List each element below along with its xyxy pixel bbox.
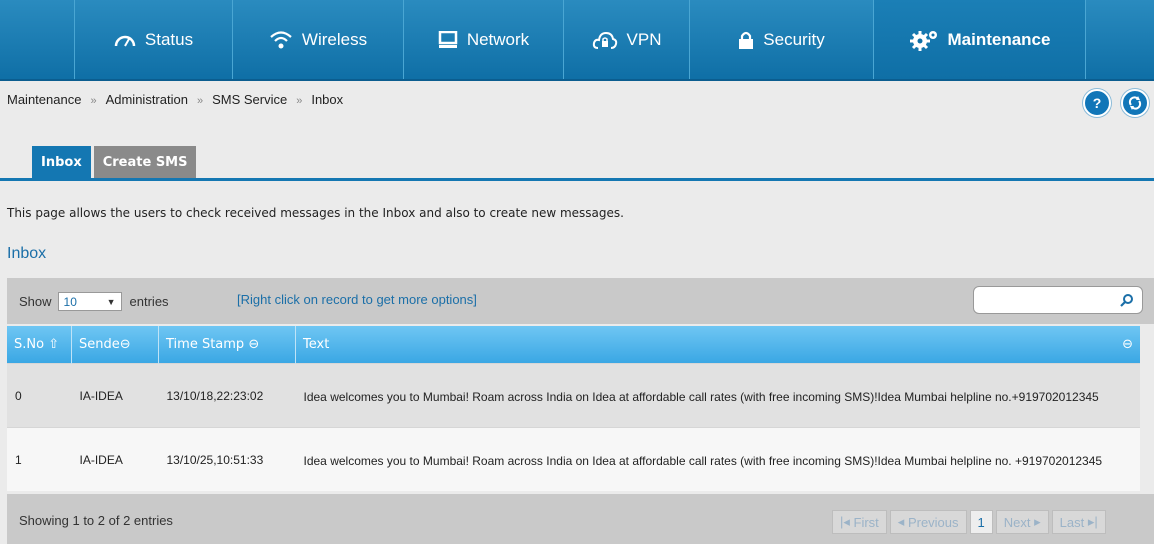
- breadcrumb-separator: »: [296, 95, 303, 107]
- entries-select[interactable]: 10 ▼: [57, 292, 122, 311]
- sort-icon: ⊖: [244, 337, 260, 352]
- cell-text: Idea welcomes you to Mumbai! Roam across…: [295, 363, 1140, 428]
- column-header-text[interactable]: Text ⊖: [295, 326, 1140, 364]
- nav-maintenance-label: Maintenance: [947, 29, 1051, 49]
- refresh-button[interactable]: [1121, 89, 1149, 117]
- lock-icon: [738, 30, 754, 50]
- column-header-sender[interactable]: Sende⊖: [71, 326, 159, 364]
- cell-text: Idea welcomes you to Mumbai! Roam across…: [295, 427, 1140, 491]
- cell-timestamp: 13/10/25,10:51:33: [158, 427, 296, 491]
- column-label: Text: [303, 337, 330, 352]
- previous-page-button[interactable]: ◂ Previous: [889, 510, 967, 534]
- search-input[interactable]: [973, 286, 1143, 314]
- nav-network[interactable]: Network: [403, 0, 563, 79]
- caret-down-icon: ▼: [106, 296, 116, 307]
- gears-icon: [909, 29, 939, 51]
- help-button[interactable]: ?: [1083, 89, 1111, 117]
- previous-label: Previous: [907, 514, 959, 530]
- tab-bar: Inbox Create SMS: [32, 146, 199, 178]
- cell-sno: 1: [7, 427, 72, 491]
- breadcrumb-item[interactable]: Administration: [106, 92, 188, 107]
- breadcrumb-item[interactable]: SMS Service: [212, 92, 287, 107]
- tab-create-sms[interactable]: Create SMS: [93, 146, 197, 178]
- nav-maintenance[interactable]: Maintenance: [873, 0, 1086, 79]
- table-row[interactable]: 0 IA-IDEA 13/10/18,22:23:02 Idea welcome…: [7, 363, 1140, 428]
- entries-info: Showing 1 to 2 of 2 entries: [19, 513, 173, 528]
- inbox-table: S.No ⇧ Sende⊖ Time Stamp ⊖ Text ⊖ 0 IA-ID…: [7, 326, 1140, 491]
- tab-inbox[interactable]: Inbox: [32, 146, 91, 178]
- cell-timestamp: 13/10/18,22:23:02: [158, 363, 296, 428]
- section-title: Inbox: [7, 245, 47, 262]
- refresh-icon: [1128, 96, 1142, 110]
- nav-security-label: Security: [763, 29, 825, 49]
- next-label: Next: [1003, 514, 1031, 530]
- sort-asc-icon: ⇧: [44, 337, 60, 352]
- cell-sno: 0: [7, 363, 72, 428]
- page-number-button[interactable]: 1: [969, 510, 993, 534]
- page-size-control: Show 10 ▼ entries: [19, 292, 169, 311]
- nav-wireless-label: Wireless: [301, 29, 368, 49]
- table-header-row: S.No ⇧ Sende⊖ Time Stamp ⊖ Text ⊖: [7, 326, 1140, 364]
- breadcrumb-current: Inbox: [311, 92, 344, 107]
- column-header-sno[interactable]: S.No ⇧: [7, 326, 72, 364]
- cloud-lock-icon: [592, 30, 618, 50]
- last-label: Last: [1059, 514, 1085, 530]
- table-toolbar: Show 10 ▼ entries [Right click on record…: [7, 278, 1154, 324]
- nav-vpn-label: VPN: [626, 29, 662, 49]
- first-page-icon: |◂: [840, 514, 854, 529]
- show-label: Show: [19, 294, 52, 309]
- first-page-button[interactable]: |◂ First: [832, 510, 887, 534]
- nav-security[interactable]: Security: [689, 0, 873, 79]
- wifi-icon: [269, 30, 293, 50]
- nav-wireless[interactable]: Wireless: [232, 0, 403, 79]
- help-icon: ?: [1092, 95, 1102, 111]
- previous-page-icon: ◂: [897, 514, 908, 529]
- context-menu-hint: [Right click on record to get more optio…: [237, 292, 477, 307]
- next-page-button[interactable]: Next ▸: [995, 510, 1049, 534]
- breadcrumb-item[interactable]: Maintenance: [7, 92, 81, 107]
- nav-status[interactable]: Status: [74, 0, 232, 79]
- monitor-icon: [438, 30, 458, 49]
- first-label: First: [853, 514, 879, 530]
- breadcrumb-separator: »: [90, 95, 97, 107]
- column-header-timestamp[interactable]: Time Stamp ⊖: [158, 326, 296, 364]
- top-navigation: Status Wireless Network VPN Security Mai…: [0, 0, 1154, 81]
- sort-icon: ⊖: [119, 337, 131, 352]
- breadcrumb-separator: »: [196, 95, 204, 107]
- column-label: Sende: [79, 337, 120, 352]
- page-description: This page allows the users to check rece…: [7, 206, 624, 220]
- nav-vpn[interactable]: VPN: [563, 0, 689, 79]
- search-icon: [1119, 293, 1134, 312]
- table-row[interactable]: 1 IA-IDEA 13/10/25,10:51:33 Idea welcome…: [7, 427, 1140, 491]
- nav-status-label: Status: [144, 29, 194, 49]
- last-page-icon: ▸|: [1084, 514, 1098, 529]
- entries-value: 10: [63, 294, 77, 309]
- table-footer: Showing 1 to 2 of 2 entries |◂ First ◂ P…: [7, 494, 1154, 544]
- gauge-icon: [114, 32, 136, 48]
- breadcrumb: Maintenance » Administration » SMS Service » I…: [7, 92, 343, 107]
- pagination: |◂ First ◂ Previous 1 Next ▸ Last ▸|: [829, 510, 1106, 534]
- sort-icon: ⊖: [1122, 337, 1133, 352]
- next-page-icon: ▸: [1030, 514, 1041, 529]
- cell-sender: IA-IDEA: [71, 363, 159, 428]
- cell-sender: IA-IDEA: [71, 427, 159, 491]
- tab-underline: [0, 178, 1154, 181]
- column-label: Time Stamp: [166, 337, 245, 352]
- column-label: S.No: [14, 337, 45, 352]
- last-page-button[interactable]: Last ▸|: [1051, 510, 1106, 534]
- nav-network-label: Network: [466, 29, 530, 49]
- entries-label: entries: [129, 294, 169, 309]
